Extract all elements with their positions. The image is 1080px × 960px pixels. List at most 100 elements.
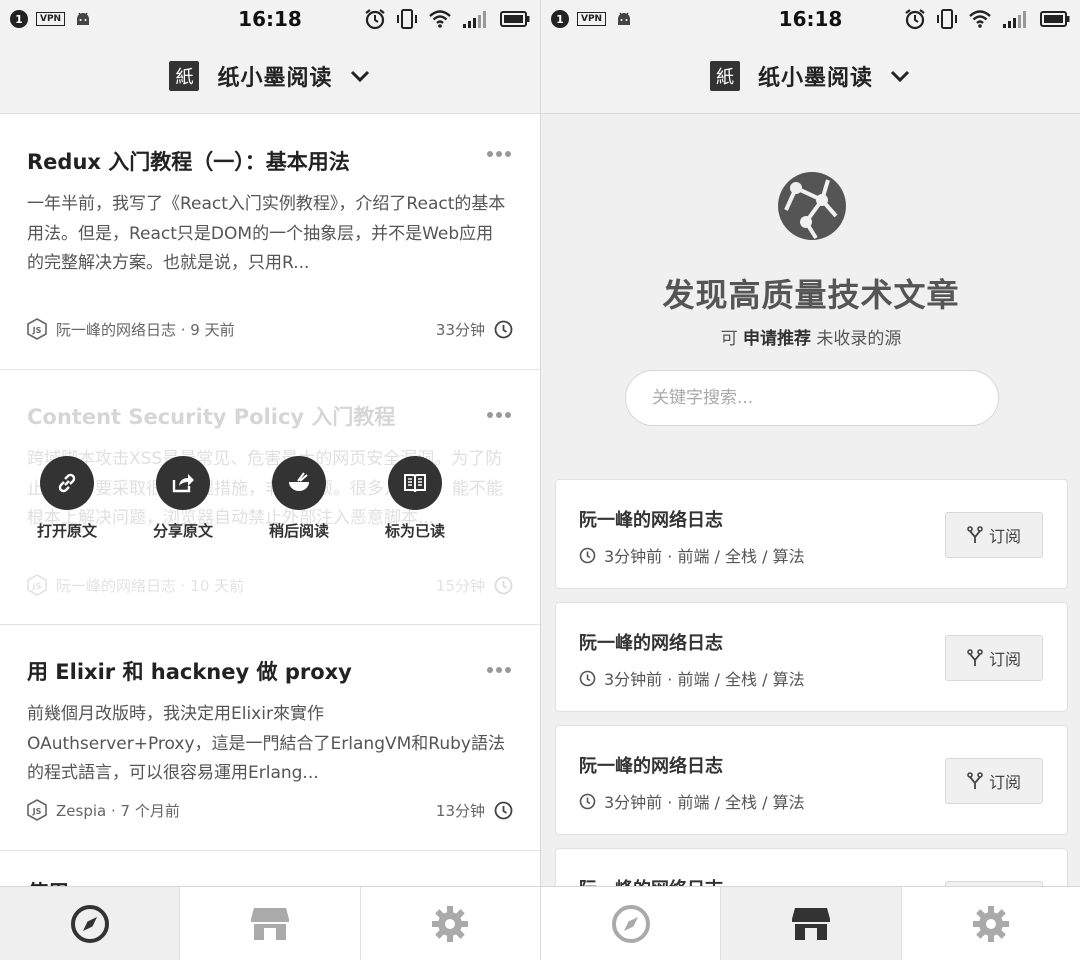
feed-name[interactable]: 阮一峰的网络日志 (579, 752, 723, 778)
tab-settings[interactable] (361, 887, 540, 960)
bowl-icon[interactable] (272, 456, 326, 510)
gear-icon[interactable] (431, 905, 469, 943)
feed-name[interactable]: 阮一峰的网络日志 (579, 506, 723, 532)
article-item[interactable]: 使用 ... (0, 851, 540, 905)
app-title[interactable]: 纸小墨阅读 (758, 60, 873, 92)
fork-icon (967, 649, 983, 666)
article-title[interactable]: Redux 入门教程（一）：基本用法 (27, 146, 513, 176)
app-header[interactable]: 紙 纸小墨阅读 (0, 38, 540, 114)
mark-read-button[interactable]: 标为已读 (370, 456, 460, 541)
android-icon (77, 12, 90, 25)
feed-card[interactable]: 阮一峰的网络日志 3分钟前 · 前端 / 全栈 / 算法 订阅 (555, 602, 1068, 712)
action-label: 分享原文 (152, 522, 213, 540)
article-read-time: 33分钟 (436, 319, 513, 340)
article-excerpt: 前幾個月改版時，我決定用Elixir來實作OAuthserver+Proxy，這… (27, 704, 505, 783)
article-excerpt: 一年半前，我写了《React入门实例教程》，介绍了React的基本用法。但是，R… (27, 194, 506, 273)
subtitle-suffix: 未收录的源 (816, 329, 902, 349)
book-icon[interactable] (388, 456, 442, 510)
tab-discover-feed[interactable] (0, 887, 181, 960)
feed-meta-text: 3分钟前 · 前端 / 全栈 / 算法 (604, 670, 805, 689)
article-source[interactable]: JS Zespia · 7 个月前 (27, 799, 180, 821)
action-label: 标为已读 (384, 522, 445, 540)
vpn-indicator: VPN (36, 12, 66, 26)
article-meta: JS Zespia · 7 个月前 13分钟 (27, 799, 513, 821)
action-label: 打开原文 (36, 522, 97, 540)
signal-icon (463, 11, 486, 28)
open-original-button[interactable]: 打开原文 (22, 456, 112, 541)
tab-settings[interactable] (902, 887, 1080, 960)
js-hexagon-icon: JS (27, 318, 47, 340)
wifi-icon (429, 10, 451, 28)
article-item[interactable]: Redux 入门教程（一）：基本用法 一年半前，我写了《React入门实例教程》… (0, 114, 540, 370)
chevron-down-icon[interactable] (349, 69, 371, 83)
more-icon[interactable] (486, 150, 512, 158)
alarm-icon (365, 9, 385, 30)
android-icon (618, 12, 631, 25)
article-source-label: 阮一峰的网络日志 · 9 天前 (56, 320, 235, 339)
article-item[interactable]: 用 Elixir 和 hackney 做 proxy 前幾個月改版時，我決定用E… (0, 625, 540, 851)
read-time-label: 13分钟 (435, 801, 485, 820)
clock-icon (494, 801, 513, 819)
subscribe-label: 订阅 (988, 773, 1021, 792)
read-time-label: 33分钟 (435, 320, 485, 339)
share-original-button[interactable]: 分享原文 (138, 456, 228, 541)
store-icon[interactable] (791, 906, 831, 942)
bottom-tab-bar (541, 886, 1080, 960)
discover-title: 发现高质量技术文章 (662, 276, 960, 314)
subscribe-label: 订阅 (988, 527, 1021, 546)
clock-icon (579, 547, 596, 563)
chevron-down-icon[interactable] (889, 69, 911, 83)
status-icons (904, 0, 1070, 38)
signal-icon (1003, 11, 1026, 28)
vibrate-icon (397, 9, 417, 29)
network-globe-icon (778, 172, 846, 240)
gear-icon[interactable] (972, 905, 1010, 943)
compass-icon[interactable] (610, 903, 652, 945)
tab-store[interactable] (721, 887, 902, 960)
app-header[interactable]: 紙 纸小墨阅读 (541, 38, 1080, 114)
article-title[interactable]: 用 Elixir 和 hackney 做 proxy (27, 656, 513, 686)
app-logo: 紙 (169, 60, 200, 91)
tab-store[interactable] (180, 887, 361, 960)
link-icon[interactable] (40, 456, 94, 510)
share-icon[interactable] (156, 456, 210, 510)
subscribe-button[interactable]: 订阅 (945, 635, 1043, 681)
screenshot-pair: 1 VPN 16:18 紙 纸小墨阅读 Redux 入门教程（一）：基本用法 一… (0, 0, 1080, 960)
fork-icon (967, 526, 983, 543)
discover-subtitle: 可 申请推荐 未收录的源 (541, 324, 1080, 349)
wifi-icon (969, 10, 991, 28)
feed-card[interactable]: 阮一峰的网络日志 3分钟前 · 前端 / 全栈 / 算法 订阅 (555, 479, 1068, 589)
notification-badge: 1 (551, 10, 569, 28)
subscribe-button[interactable]: 订阅 (945, 758, 1043, 804)
clock-icon (579, 670, 596, 686)
status-bar: 1 VPN 16:18 (0, 0, 540, 38)
clock-time: 16:18 (238, 7, 302, 31)
article-item[interactable]: Content Security Policy 入门教程 跨域脚本攻击XSS是最… (0, 370, 540, 625)
article-source[interactable]: JS 阮一峰的网络日志 · 9 天前 (27, 318, 235, 340)
subscribe-button[interactable]: 订阅 (945, 512, 1043, 558)
keyword-search-input[interactable] (625, 370, 999, 426)
feed-meta: 3分钟前 · 前端 / 全栈 / 算法 (579, 543, 805, 567)
feed-meta-text: 3分钟前 · 前端 / 全栈 / 算法 (604, 793, 805, 812)
more-icon[interactable] (486, 666, 512, 674)
feed-name[interactable]: 阮一峰的网络日志 (579, 629, 723, 655)
battery-icon (500, 11, 530, 27)
phone-discover-screen: 1 VPN 16:18 紙 纸小墨阅读 发现高质量技术文章 可 申请推荐 未收录… (540, 0, 1080, 960)
notification-badge: 1 (10, 10, 28, 28)
read-later-button[interactable]: 稍后阅读 (254, 456, 344, 541)
request-recommend-link[interactable]: 申请推荐 (743, 329, 811, 349)
feed-meta-text: 3分钟前 · 前端 / 全栈 / 算法 (604, 547, 805, 566)
feed-card[interactable]: 阮一峰的网络日志 3分钟前 · 前端 / 全栈 / 算法 订阅 (555, 725, 1068, 835)
store-icon[interactable] (250, 906, 290, 942)
compass-icon[interactable] (69, 903, 111, 945)
subscribe-label: 订阅 (988, 650, 1021, 669)
tab-discover-feed[interactable] (541, 887, 722, 960)
status-icons (364, 0, 530, 38)
vibrate-icon (937, 9, 957, 29)
app-title[interactable]: 纸小墨阅读 (217, 60, 332, 92)
phone-feed-screen: 1 VPN 16:18 紙 纸小墨阅读 Redux 入门教程（一）：基本用法 一… (0, 0, 540, 960)
app-logo: 紙 (709, 60, 740, 91)
article-meta: JS 阮一峰的网络日志 · 9 天前 33分钟 (27, 318, 513, 340)
clock-icon (494, 320, 513, 338)
status-bar: 1 VPN 16:18 (541, 0, 1080, 38)
